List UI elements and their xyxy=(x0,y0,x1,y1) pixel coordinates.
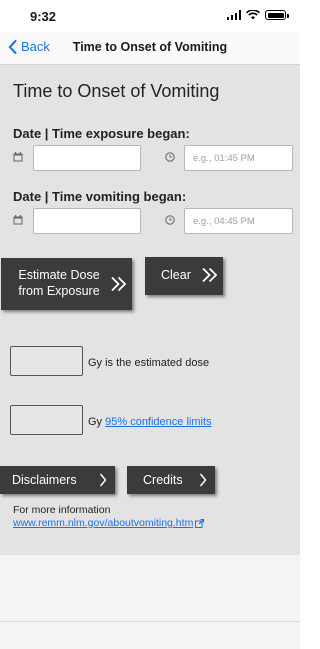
confidence-unit: Gy xyxy=(88,416,103,428)
navigation-bar: Back Time to Onset of Vomiting xyxy=(0,32,300,65)
battery-icon xyxy=(265,10,289,20)
nav-title: Time to Onset of Vomiting xyxy=(72,40,228,54)
page-title: Time to Onset of Vomiting xyxy=(13,81,220,101)
wifi-icon xyxy=(246,10,260,20)
status-bar: 9:32 xyxy=(0,0,300,32)
disclaimers-label: Disclaimers xyxy=(12,473,77,487)
status-icons xyxy=(226,10,289,20)
confidence-limits-link[interactable]: 95% confidence limits xyxy=(105,416,211,428)
estimate-label-line2: from Exposure xyxy=(18,284,100,298)
clock-icon xyxy=(165,215,175,225)
signal-icon xyxy=(226,10,241,20)
bottom-blank-area xyxy=(0,555,300,649)
confidence-limits-field xyxy=(10,405,83,435)
chevron-right-icon xyxy=(99,473,107,487)
exposure-time-input[interactable] xyxy=(184,145,293,171)
external-link-icon xyxy=(195,518,205,528)
estimated-dose-field xyxy=(10,346,83,376)
estimate-label-line1: Estimate Dose xyxy=(18,268,100,282)
disclaimers-button[interactable]: Disclaimers xyxy=(0,466,115,494)
chevron-right-icon xyxy=(199,473,207,487)
exposure-date-input[interactable] xyxy=(33,145,141,171)
vomiting-date-input[interactable] xyxy=(33,208,141,234)
confidence-limits-label: Gy 95% confidence limits xyxy=(88,416,212,428)
double-chevron-right-icon xyxy=(202,267,218,283)
vomiting-label: Date | Time vomiting began: xyxy=(13,189,187,204)
app-screen: 9:32 Back Time to Onset of Vomiting Time… xyxy=(0,0,300,649)
more-info-text: For more information xyxy=(13,504,111,516)
clock-icon xyxy=(165,152,175,162)
clear-button-label: Clear xyxy=(161,268,191,282)
estimate-button-label: Estimate Dose from Exposure xyxy=(9,267,109,299)
exposure-label: Date | Time exposure began: xyxy=(13,126,190,141)
estimate-dose-button[interactable]: Estimate Dose from Exposure xyxy=(1,258,132,310)
double-chevron-right-icon xyxy=(111,276,127,292)
estimated-dose-label: Gy is the estimated dose xyxy=(88,357,210,369)
status-time: 9:32 xyxy=(30,9,57,24)
more-info-url: www.remm.nlm.gov/aboutvomiting.htm xyxy=(13,517,194,529)
calendar-icon xyxy=(13,152,23,162)
main-panel: Time to Onset of Vomiting Date | Time ex… xyxy=(0,65,300,555)
bottom-divider xyxy=(0,621,300,622)
calendar-icon xyxy=(13,215,23,225)
more-info-link[interactable]: www.remm.nlm.gov/aboutvomiting.htm xyxy=(13,517,205,529)
clear-button[interactable]: Clear xyxy=(145,257,223,295)
credits-label: Credits xyxy=(143,473,183,487)
credits-button[interactable]: Credits xyxy=(127,466,215,494)
vomiting-time-input[interactable] xyxy=(184,208,293,234)
